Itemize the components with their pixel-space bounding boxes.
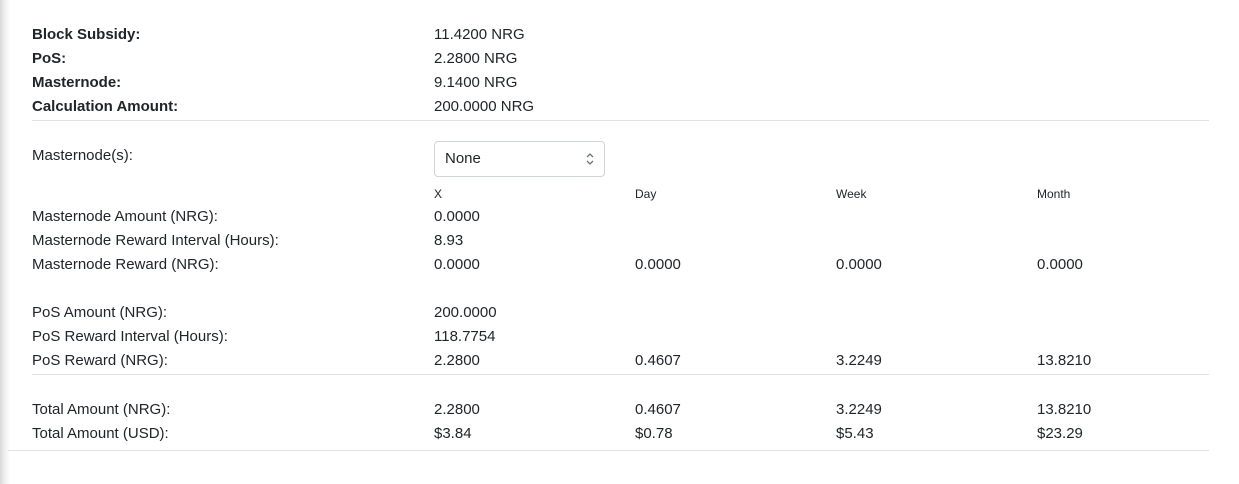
total-usd-week: $5.43 [836, 425, 874, 442]
column-header-day: Day [635, 187, 657, 201]
total-nrg-label: Total Amount (NRG): [32, 401, 171, 418]
column-headers: X Day Week Month [32, 182, 1209, 206]
edge-shadow [0, 0, 10, 484]
table-row: Total Amount (USD): $3.84 $0.78 $5.43 $2… [32, 422, 1209, 446]
calculation-amount-label: Calculation Amount: [32, 98, 179, 115]
masternode-select-label: Masternode(s): [32, 147, 133, 164]
masternode-interval-x: 8.93 [434, 232, 464, 249]
total-usd-label: Total Amount (USD): [32, 425, 169, 442]
pos-interval-x: 118.7754 [434, 328, 496, 345]
table-row: PoS Reward Interval (Hours): 118.7754 [32, 325, 1209, 349]
masternode-select-row: Masternode(s): [32, 144, 1209, 168]
total-nrg-day: 0.4607 [635, 401, 681, 418]
table-row: Total Amount (NRG): 2.2800 0.4607 3.2249… [32, 398, 1209, 422]
masternode-select-value: None [445, 150, 481, 167]
masternode-reward-x: 0.0000 [434, 256, 480, 273]
masternode-reward-week: 0.0000 [836, 256, 882, 273]
pos-interval-label: PoS Reward Interval (Hours): [32, 328, 228, 345]
divider [32, 374, 1209, 375]
total-nrg-month: 13.8210 [1037, 401, 1092, 418]
total-nrg-x: 2.2800 [434, 401, 480, 418]
pos-label: PoS: [32, 50, 67, 67]
table-row: Masternode Reward Interval (Hours): 8.93 [32, 229, 1209, 253]
table-row: PoS Reward (NRG): 2.2800 0.4607 3.2249 1… [32, 349, 1209, 373]
pos-reward-day: 0.4607 [635, 352, 681, 369]
masternode-count-select[interactable]: None [434, 141, 605, 177]
chevron-up-down-icon [586, 153, 594, 165]
pos-reward-x: 2.2800 [434, 352, 480, 369]
masternode-label: Masternode: [32, 74, 122, 91]
calculation-amount-value: 200.0000 NRG [434, 98, 535, 115]
pos-reward-month: 13.8210 [1037, 352, 1092, 369]
summary-masternode: Masternode: 9.1400 NRG [32, 71, 1209, 95]
summary-pos: PoS: 2.2800 NRG [32, 47, 1209, 71]
total-usd-month: $23.29 [1037, 425, 1083, 442]
total-nrg-week: 3.2249 [836, 401, 882, 418]
masternode-reward-month: 0.0000 [1037, 256, 1083, 273]
table-row: Masternode Reward (NRG): 0.0000 0.0000 0… [32, 253, 1209, 277]
column-header-month: Month [1037, 187, 1071, 201]
block-subsidy-label: Block Subsidy: [32, 26, 141, 43]
masternode-amount-label: Masternode Amount (NRG): [32, 208, 218, 225]
column-header-week: Week [836, 187, 867, 201]
summary-calculation-amount: Calculation Amount: 200.0000 NRG [32, 95, 1209, 119]
table-row: Masternode Amount (NRG): 0.0000 [32, 205, 1209, 229]
table-row: PoS Amount (NRG): 200.0000 [32, 301, 1209, 325]
column-header-x: X [434, 187, 443, 201]
total-usd-day: $0.78 [635, 425, 673, 442]
pos-reward-label: PoS Reward (NRG): [32, 352, 168, 369]
pos-reward-week: 3.2249 [836, 352, 882, 369]
pos-amount-label: PoS Amount (NRG): [32, 304, 168, 321]
summary-block-subsidy: Block Subsidy: 11.4200 NRG [32, 23, 1209, 47]
pos-amount-x: 200.0000 [434, 304, 497, 321]
divider [8, 450, 1209, 451]
divider [32, 120, 1209, 121]
masternode-interval-label: Masternode Reward Interval (Hours): [32, 232, 279, 249]
block-subsidy-value: 11.4200 NRG [434, 26, 525, 43]
total-usd-x: $3.84 [434, 425, 472, 442]
masternode-reward-label: Masternode Reward (NRG): [32, 256, 219, 273]
masternode-amount-x: 0.0000 [434, 208, 480, 225]
masternode-value: 9.1400 NRG [434, 74, 518, 91]
pos-value: 2.2800 NRG [434, 50, 518, 67]
masternode-reward-day: 0.0000 [635, 256, 681, 273]
